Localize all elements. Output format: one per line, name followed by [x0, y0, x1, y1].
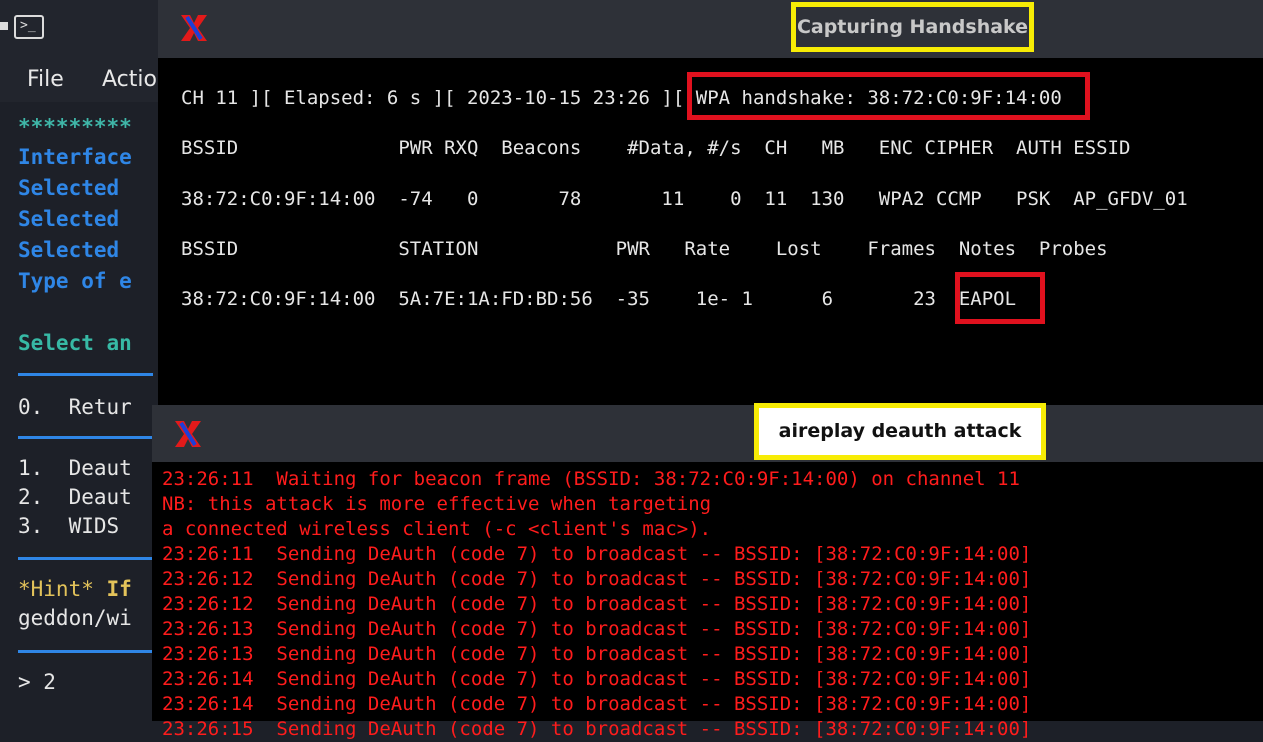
selected-label: Selected: [18, 238, 120, 262]
hint-path: geddon/wi: [18, 606, 132, 630]
selected-label: Selected: [18, 176, 120, 200]
aireplay-deauth-title: aireplay deauth attack: [754, 403, 1046, 460]
menu-option-2: 2. Deaut: [18, 485, 132, 509]
log-line: 23:26:12 Sending DeAuth (code 7) to broa…: [162, 593, 1032, 615]
menu-option-0: 0. Retur: [18, 395, 132, 419]
log-line: 23:26:13 Sending DeAuth (code 7) to broa…: [162, 618, 1032, 640]
airodump-window: Capturing Handshake CH 11 ][ Elapsed: 6 …: [158, 0, 1263, 405]
log-line: NB: this attack is more effective when t…: [162, 493, 712, 515]
xterm-x-icon[interactable]: [178, 12, 210, 44]
capturing-handshake-title: Capturing Handshake: [791, 2, 1034, 52]
xterm-x-icon[interactable]: [172, 418, 204, 450]
window-control-icon[interactable]: [0, 22, 8, 30]
hint-prefix: *Hint*: [18, 577, 107, 601]
log-line: 23:26:11 Waiting for beacon frame (BSSID…: [162, 468, 1020, 490]
banner-stars: *********: [18, 115, 132, 139]
menu-file[interactable]: File: [27, 67, 64, 92]
log-line: 23:26:11 Sending DeAuth (code 7) to broa…: [162, 543, 1032, 565]
selected-label: Selected: [18, 207, 120, 231]
interface-label: Interface: [18, 145, 132, 169]
command-input[interactable]: > 2: [18, 670, 56, 694]
log-line: 23:26:14 Sending DeAuth (code 7) to broa…: [162, 668, 1032, 690]
log-line: a connected wireless client (-c <client'…: [162, 518, 712, 540]
menu-option-1: 1. Deaut: [18, 456, 132, 480]
background-terminal-menubar: File Actio: [0, 58, 170, 102]
hint-bold: If: [106, 577, 132, 601]
menu-divider: [18, 436, 153, 439]
station-table-header: BSSID STATION PWR Rate Lost Frames Notes…: [181, 238, 1108, 260]
menu-divider: [18, 373, 153, 376]
wpa-handshake-highlight: [687, 72, 1090, 120]
menu-divider: [18, 557, 153, 560]
select-prompt: Select an: [18, 331, 132, 355]
background-terminal-titlebar: >_: [0, 0, 170, 58]
log-line: 23:26:13 Sending DeAuth (code 7) to broa…: [162, 643, 1032, 665]
aireplay-titlebar[interactable]: aireplay deauth attack: [152, 403, 1263, 462]
menu-option-3: 3. WIDS: [18, 514, 132, 538]
station-row-values: 38:72:C0:9F:14:00 5A:7E:1A:FD:BD:56 -35 …: [181, 288, 959, 310]
terminal-icon[interactable]: >_: [14, 15, 44, 39]
station-table-row: 38:72:C0:9F:14:00 5A:7E:1A:FD:BD:56 -35 …: [181, 288, 1016, 310]
type-label: Type of e: [18, 269, 132, 293]
log-line: 23:26:14 Sending DeAuth (code 7) to broa…: [162, 693, 1032, 715]
ap-table-header: BSSID PWR RXQ Beacons #Data, #/s CH MB E…: [181, 137, 1131, 159]
hint-text: *Hint* If: [18, 577, 132, 601]
log-line: 23:26:12 Sending DeAuth (code 7) to broa…: [162, 568, 1032, 590]
aireplay-window: aireplay deauth attack 23:26:11 Waiting …: [152, 403, 1263, 740]
background-terminal-window: >_ File Actio ********* Interface Select…: [0, 0, 170, 721]
ap-table-row: 38:72:C0:9F:14:00 -74 0 78 11 0 11 130 W…: [181, 188, 1188, 210]
airodump-titlebar[interactable]: Capturing Handshake: [158, 0, 1263, 58]
menu-actions[interactable]: Actio: [102, 67, 157, 92]
menu-divider: [18, 650, 153, 653]
status-prefix: CH 11 ][ Elapsed: 6 s ][ 2023-10-15 23:2…: [181, 87, 696, 109]
eapol-highlight: [955, 272, 1045, 324]
aireplay-log: 23:26:11 Waiting for beacon frame (BSSID…: [162, 467, 1031, 742]
